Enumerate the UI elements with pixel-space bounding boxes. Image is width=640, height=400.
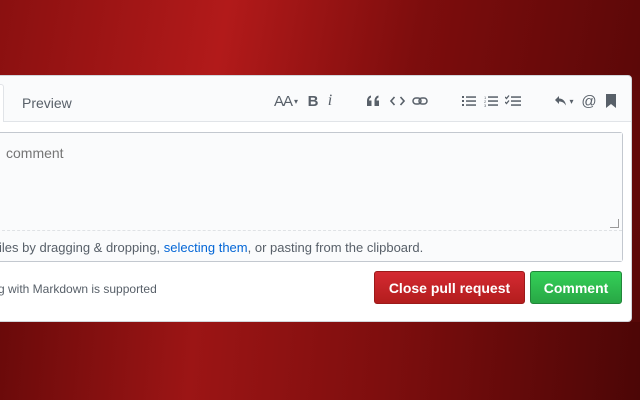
bold-icon[interactable]: B [306, 91, 320, 111]
markdown-support-note[interactable]: g with Markdown is supported [0, 282, 157, 296]
resize-handle[interactable] [610, 219, 619, 228]
task-list-icon[interactable] [504, 91, 522, 111]
svg-text:3: 3 [484, 103, 487, 107]
bullet-list-icon[interactable] [461, 91, 477, 111]
mention-icon[interactable]: @ [581, 91, 597, 111]
tab-write[interactable] [0, 84, 4, 122]
editor-tabbar: Preview AA ▾ B i 123 ▾ @ [0, 76, 631, 122]
code-icon[interactable] [389, 91, 405, 111]
background-top [0, 0, 640, 75]
attach-hint: iles by dragging & dropping, selecting t… [0, 240, 424, 255]
background-bottom [0, 322, 640, 400]
attach-files-bar[interactable]: iles by dragging & dropping, selecting t… [0, 231, 622, 261]
italic-icon[interactable]: i [325, 91, 335, 111]
text-size-icon[interactable]: AA ▾ [272, 91, 300, 111]
tab-preview[interactable]: Preview [22, 95, 72, 111]
comment-editor: iles by dragging & dropping, selecting t… [0, 132, 623, 262]
quote-icon[interactable] [365, 91, 381, 111]
reply-icon[interactable]: ▾ [553, 91, 575, 111]
comment-form: Preview AA ▾ B i 123 ▾ @ comment iles by… [0, 75, 632, 322]
comment-button[interactable]: Comment [530, 271, 622, 304]
numbered-list-icon[interactable]: 123 [483, 91, 499, 111]
comment-textarea[interactable] [0, 133, 622, 231]
bookmark-icon[interactable] [605, 91, 617, 111]
select-files-link[interactable]: selecting them [164, 240, 248, 255]
close-pull-request-button[interactable]: Close pull request [374, 271, 525, 304]
link-icon[interactable] [411, 91, 429, 111]
